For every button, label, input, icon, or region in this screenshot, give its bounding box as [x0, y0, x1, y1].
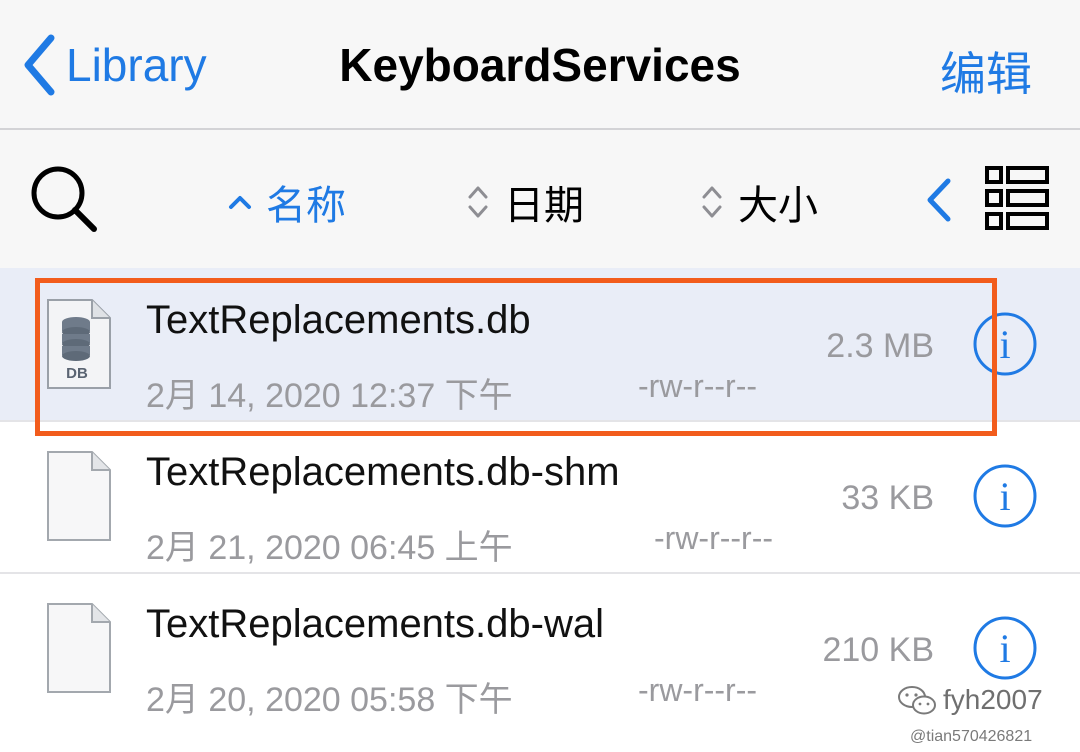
info-button[interactable]: i: [972, 615, 1038, 686]
sort-toolbar: 名称 日期 大小: [0, 130, 1080, 270]
sort-by-size-button[interactable]: 大小: [700, 173, 818, 231]
navigation-bar: Library KeyboardServices 编辑: [0, 0, 1080, 130]
sort-both-icon: [468, 186, 488, 218]
sort-both-icon: [702, 186, 722, 218]
watermark-handle: @tian570426821: [910, 728, 1033, 745]
blank-file-icon: [46, 602, 112, 699]
info-icon: i: [973, 312, 1037, 376]
file-name: TextReplacements.db-shm: [146, 450, 620, 494]
edit-button[interactable]: 编辑: [940, 38, 1032, 104]
file-size: 2.3 MB: [826, 327, 934, 365]
file-size: 33 KB: [841, 479, 934, 517]
search-icon: [31, 166, 97, 232]
blank-file-icon: [46, 450, 112, 547]
page-title: KeyboardServices: [339, 39, 741, 91]
database-file-icon: DB: [46, 298, 112, 395]
sort-name-label: 名称: [266, 184, 346, 228]
info-button[interactable]: i: [972, 463, 1038, 534]
file-name: TextReplacements.db: [146, 298, 531, 342]
sort-date-label: 日期: [504, 184, 584, 228]
sort-by-name-button[interactable]: 名称: [228, 173, 346, 231]
file-size: 210 KB: [822, 631, 934, 669]
info-icon: i: [973, 616, 1037, 680]
search-button[interactable]: [30, 165, 100, 240]
file-badge-text: DB: [66, 365, 88, 382]
file-date: 2月 20, 2020 05:58 下午: [146, 681, 513, 719]
file-permissions: -rw-r--r--: [638, 672, 758, 708]
info-button[interactable]: i: [972, 311, 1038, 382]
sort-ascending-icon: [229, 196, 251, 209]
watermark-name: fyh2007: [943, 684, 1043, 715]
file-date: 2月 14, 2020 12:37 下午: [146, 377, 513, 415]
list-view-icon: [985, 166, 1049, 230]
svg-text:i: i: [999, 474, 1010, 519]
svg-text:i: i: [999, 322, 1010, 367]
file-row[interactable]: DB TextReplacements.db 2月 14, 2020 12:37…: [0, 268, 1080, 422]
file-permissions: -rw-r--r--: [638, 368, 758, 404]
svg-text:i: i: [999, 626, 1010, 671]
sort-size-label: 大小: [738, 184, 818, 228]
file-date: 2月 21, 2020 06:45 上午: [146, 529, 513, 567]
wechat-icon: [898, 686, 936, 715]
file-row[interactable]: TextReplacements.db-shm 2月 21, 2020 06:4…: [0, 420, 1080, 574]
file-permissions: -rw-r--r--: [654, 520, 774, 556]
watermark: fyh2007: [897, 684, 1043, 716]
info-icon: i: [973, 464, 1037, 528]
view-mode-button[interactable]: [984, 165, 1050, 236]
collapse-sort-button[interactable]: [924, 177, 954, 228]
chevron-left-icon: [927, 178, 951, 222]
file-name: TextReplacements.db-wal: [146, 602, 604, 646]
sort-by-date-button[interactable]: 日期: [466, 173, 584, 231]
